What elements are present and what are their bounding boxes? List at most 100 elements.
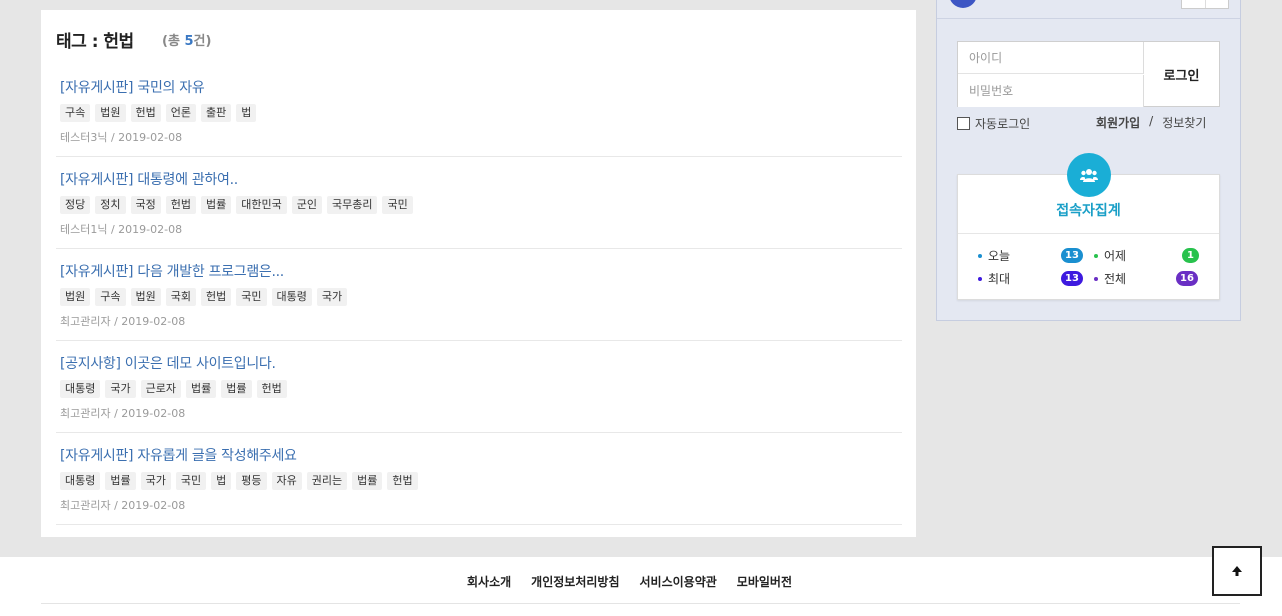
auto-login-label: 자동로그인: [975, 117, 1031, 131]
tag-chip[interactable]: 국가: [316, 288, 348, 306]
tag-chip[interactable]: 군인: [291, 196, 322, 214]
post-meta: 최고관리자 / 2019-02-08: [60, 315, 186, 328]
tag-chip[interactable]: 법률: [352, 472, 383, 490]
auto-login-checkbox[interactable]: [957, 117, 970, 130]
footer-link[interactable]: 서비스이용약관: [640, 573, 717, 590]
password-input[interactable]: [958, 75, 1144, 107]
tag-chip[interactable]: 법률: [105, 472, 136, 490]
post-title-link[interactable]: [자유게시판] 국민의 자유: [60, 77, 902, 98]
badge-max: 13: [1061, 271, 1083, 286]
dot-icon: [978, 253, 982, 258]
tag-chip[interactable]: 법: [236, 104, 257, 122]
tag-chip[interactable]: 헌법: [256, 380, 287, 398]
badge-total: 16: [1176, 271, 1198, 286]
tag-chip[interactable]: 법률: [221, 380, 252, 398]
tag-chip[interactable]: 국정: [130, 196, 161, 214]
tag-chip[interactable]: 국가: [140, 472, 171, 490]
tag-chip[interactable]: 언론: [165, 104, 196, 122]
tag-chip[interactable]: 구속: [60, 104, 91, 122]
find-info-link[interactable]: 정보찾기: [1162, 114, 1206, 131]
footer-link[interactable]: 모바일버전: [737, 573, 792, 590]
tag-chip[interactable]: 국민: [175, 472, 207, 490]
tag-chip[interactable]: 법률: [201, 196, 232, 214]
post-title-link[interactable]: [자유게시판] 대통령에 관하여..: [60, 169, 902, 190]
post-meta: 최고관리자 / 2019-02-08: [60, 407, 186, 420]
tag-chip[interactable]: 평등: [236, 472, 267, 490]
post-meta: 최고관리자 / 2019-02-08: [60, 499, 186, 512]
tag-chip[interactable]: 법원: [60, 288, 91, 306]
next-button[interactable]: [1204, 0, 1229, 8]
tag-chip[interactable]: 국무총리: [326, 196, 378, 214]
nav-buttons[interactable]: [1181, 0, 1229, 9]
sidebar-header: [937, 0, 1240, 19]
tag-chip[interactable]: 국회: [165, 288, 196, 306]
tag-chip[interactable]: 헌법: [201, 288, 232, 306]
post-item: [자유게시판] 국민의 자유 구속 법원 헌법 언론 출판 법 테스터3닉 / 2019-02…: [56, 65, 902, 157]
tag-chip[interactable]: 법: [211, 472, 232, 490]
post-title-link[interactable]: [자유게시판] 자유롭게 글을 작성해주세요: [60, 445, 902, 466]
badge-today: 13: [1061, 248, 1083, 263]
auto-login-option[interactable]: 자동로그인: [957, 115, 1030, 132]
stat-label: 오늘: [988, 249, 1011, 263]
user-icon: [949, 0, 977, 8]
tag-chip[interactable]: 국민: [382, 196, 413, 214]
tag-list: 정당 정치 국정 헌법 법률 대한민국 군인 국무총리 국민: [60, 196, 902, 214]
tag-results-panel: 태그 : 헌법 (총 5건) [자유게시판] 국민의 자유 구속 법원 헌법 언론 출판 법…: [41, 10, 916, 537]
tag-chip[interactable]: 자유: [271, 472, 302, 490]
footer-link[interactable]: 개인정보처리방침: [531, 573, 619, 590]
stat-label: 전체: [1104, 272, 1127, 286]
post-meta: 테스터1닉 / 2019-02-08: [60, 223, 183, 236]
divider: [958, 233, 1219, 234]
id-input[interactable]: [958, 42, 1144, 74]
join-link[interactable]: 회원가입: [1096, 114, 1140, 131]
post-item: [자유게시판] 대통령에 관하여.. 정당 정치 국정 헌법 법률 대한민국 군인 국무총리 국민…: [56, 157, 902, 249]
tag-list: 구속 법원 헌법 언론 출판 법: [60, 104, 902, 122]
prev-button[interactable]: [1182, 0, 1205, 8]
arrow-up-icon: [1232, 566, 1242, 576]
badge-yesterday: 1: [1182, 248, 1199, 263]
scroll-top-button[interactable]: [1212, 546, 1262, 596]
stat-max: 최대: [978, 270, 1010, 287]
dot-icon: [1094, 276, 1098, 281]
stat-today: 오늘: [978, 247, 1010, 264]
tag-chip[interactable]: 근로자: [140, 380, 181, 398]
tag-chip[interactable]: 정당: [60, 196, 91, 214]
result-count: (총 5건): [162, 30, 211, 49]
post-title-link[interactable]: [공지사항] 이곳은 데모 사이트입니다.: [60, 353, 902, 374]
tag-chip[interactable]: 대통령: [271, 288, 312, 306]
footer-link[interactable]: 회사소개: [467, 573, 511, 590]
dot-icon: [1094, 253, 1098, 258]
post-title-link[interactable]: [자유게시판] 다음 개발한 프로그램은...: [60, 261, 902, 282]
users-icon-glyph: [1080, 169, 1098, 182]
link-separator: /: [1149, 114, 1154, 128]
tag-chip[interactable]: 권리는: [306, 472, 348, 490]
tag-chip[interactable]: 국민: [236, 288, 267, 306]
tag-chip[interactable]: 정치: [95, 196, 126, 214]
tag-chip[interactable]: 법률: [186, 380, 217, 398]
tag-chip[interactable]: 출판: [201, 104, 232, 122]
tag-chip[interactable]: 국가: [105, 380, 136, 398]
login-button[interactable]: 로그인: [1144, 42, 1219, 106]
stat-total: 전체: [1094, 270, 1126, 287]
tag-list: 법원 구속 법원 국회 헌법 국민 대통령 국가: [60, 288, 902, 306]
footer: 회사소개 개인정보처리방침 서비스이용약관 모바일버전: [0, 557, 1282, 616]
dot-icon: [978, 276, 982, 281]
sidebar: 로그인 자동로그인 회원가입 / 정보찾기 접속자집계 오늘 13 어제 1 최…: [936, 0, 1241, 321]
footer-divider: [41, 603, 1240, 604]
stat-label: 최대: [988, 272, 1011, 286]
tag-chip[interactable]: 헌법: [130, 104, 161, 122]
tag-chip[interactable]: 대통령: [60, 380, 101, 398]
tag-chip[interactable]: 법원: [130, 288, 161, 306]
tag-chip[interactable]: 구속: [95, 288, 126, 306]
tag-chip[interactable]: 대통령: [60, 472, 101, 490]
page-title: 태그 : 헌법: [56, 32, 134, 52]
tag-chip[interactable]: 법원: [95, 104, 126, 122]
users-icon: [1067, 153, 1111, 197]
tag-chip[interactable]: 헌법: [165, 196, 196, 214]
account-links: 회원가입 / 정보찾기: [1096, 114, 1206, 131]
post-item: [공지사항] 이곳은 데모 사이트입니다. 대통령 국가 근로자 법률 법률 헌법 최고관리자…: [56, 341, 902, 433]
stat-label: 어제: [1104, 249, 1127, 263]
tag-chip[interactable]: 헌법: [387, 472, 418, 490]
tag-chip[interactable]: 대한민국: [236, 196, 287, 214]
count-suffix: 건): [193, 34, 212, 49]
